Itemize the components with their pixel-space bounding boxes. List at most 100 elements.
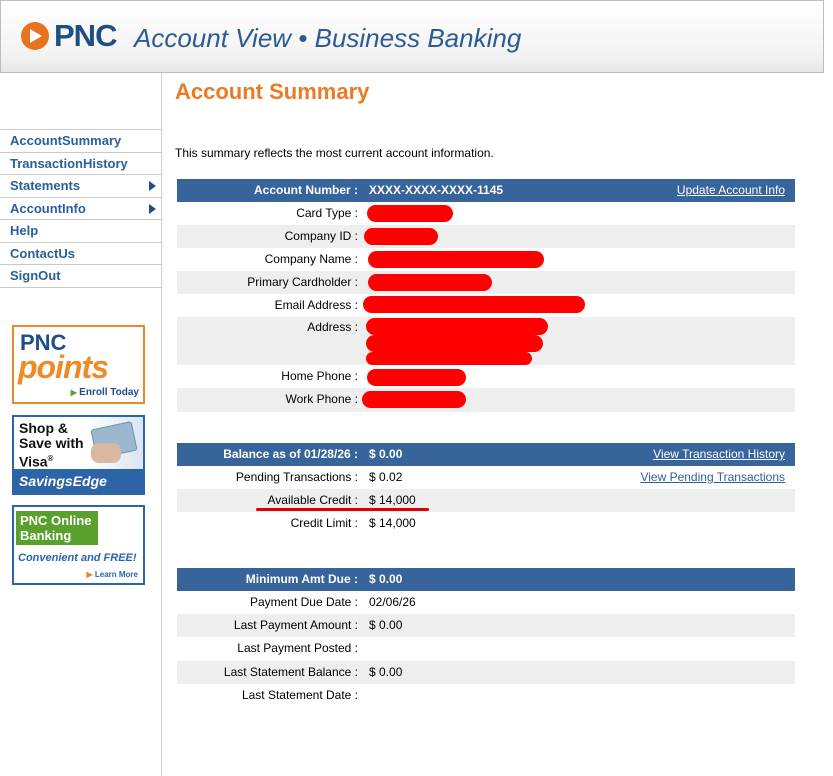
sidebar-item-contact-us[interactable]: ContactUs [0,243,161,265]
table-row: Email Address : [177,294,795,317]
table-row: Company Name : [177,248,795,271]
sidebar-nav: AccountSummary TransactionHistory Statem… [0,129,161,288]
sidebar-item-transaction-history[interactable]: TransactionHistory [0,153,161,175]
balance-bar: Balance as of 01/28/26 : $ 0.00 View Tra… [177,443,795,466]
primary-cardholder-label: Primary Cardholder : [247,275,358,289]
sidebar-item-help[interactable]: Help [0,220,161,243]
redaction-mark [367,369,466,386]
redaction-mark [366,318,548,335]
sidebar-item-statements[interactable]: Statements [0,175,161,198]
available-credit-value: $ 14,000 [369,493,416,508]
pending-transactions-label: Pending Transactions : [235,470,358,484]
sidebar-item-label: AccountSummary [10,133,122,148]
pending-transactions-value: $ 0.02 [369,470,403,484]
email-address-label: Email Address : [274,298,358,312]
credit-limit-value: $ 14,000 [369,516,416,531]
enroll-today-link[interactable]: Enroll Today [71,387,139,398]
balance-section: Balance as of 01/28/26 : $ 0.00 View Tra… [177,443,795,536]
table-row: Company ID : [177,225,795,248]
promo-points-wordmark: points [18,349,109,385]
online-banking-band: PNC Online Banking [16,511,98,545]
promo-line-2: Banking [20,528,72,543]
app-title: Account View • Business Banking [134,23,522,53]
pnc-logo-icon [21,22,49,50]
last-payment-amount-label: Last Payment Amount : [233,618,358,633]
table-row: Last Statement Balance : $ 0.00 [177,660,795,684]
account-info-section: Account Number : XXXX-XXXX-XXXX-1145 Upd… [177,179,795,412]
submenu-arrow-icon [149,203,156,214]
view-transaction-history-link[interactable]: View Transaction History [653,447,785,461]
last-payment-amount-value: $ 0.00 [369,618,403,633]
promo-line-1: PNC Online [20,513,92,528]
sidebar-item-label: Statements [10,178,81,193]
table-row: Last Statement Date : [177,684,795,707]
company-id-label: Company ID : [284,229,358,243]
payment-due-date-value: 02/06/26 [369,595,416,609]
annotation-underline [256,508,429,511]
table-row: Home Phone : [177,365,795,388]
last-payment-posted-label: Last Payment Posted : [237,641,358,656]
account-number-bar: Account Number : XXXX-XXXX-XXXX-1145 Upd… [177,179,795,202]
address-label: Address : [307,320,358,334]
learn-more-link[interactable]: Learn More [87,570,138,579]
sidebar-item-account-summary[interactable]: AccountSummary [0,130,161,153]
submenu-arrow-icon [149,181,156,191]
credit-limit-label: Credit Limit : [290,516,358,531]
promo-line-1: Shop & [19,420,68,436]
redaction-mark [363,296,585,313]
view-pending-transactions-link[interactable]: View Pending Transactions [640,470,785,484]
redaction-mark [362,391,466,408]
page-title: Account Summary [175,79,370,104]
company-name-label: Company Name : [264,252,358,266]
table-row: Work Phone : [177,388,795,412]
payment-due-date-label: Payment Due Date : [249,595,358,609]
table-row: Primary Cardholder : [177,271,795,294]
available-credit-label: Available Credit : [267,493,359,508]
promo-text: Shop & Save with Visa® [19,421,84,470]
table-row: Last Payment Posted : [177,637,795,660]
left-sidebar: AccountSummary TransactionHistory Statem… [0,73,162,776]
redaction-mark [368,251,544,268]
savingsedge-band: SavingsEdge [14,469,143,493]
sidebar-item-label: Help [10,223,39,238]
table-row: Pending Transactions : $ 0.02 View Pendi… [177,466,795,489]
redaction-mark [364,228,438,245]
online-banking-promo[interactable]: PNC Online Banking Convenient and FREE! … [12,505,145,585]
update-account-info-link[interactable]: Update Account Info [677,183,785,197]
promo-line-2: Save with [19,435,84,451]
sidebar-item-account-info[interactable]: AccountInfo [0,198,161,220]
sidebar-item-label: SignOut [10,268,61,283]
pnc-points-promo[interactable]: PNC points Enroll Today [12,325,145,404]
redaction-mark [368,274,492,291]
intro-text: This summary reflects the most current a… [175,146,494,160]
work-phone-label: Work Phone : [285,392,358,406]
sidebar-item-sign-out[interactable]: SignOut [0,265,161,288]
hand-icon [91,443,121,463]
promo-tagline: Convenient and FREE! [18,552,137,564]
minimum-amount-due-label: Minimum Amt Due : [245,572,358,586]
table-row: Address : [177,317,795,365]
redaction-mark [366,352,532,365]
table-row: Credit Limit : $ 14,000 [177,512,795,535]
minimum-amount-due-bar: Minimum Amt Due : $ 0.00 [177,568,795,591]
registered-mark: ® [47,454,54,463]
account-number-value: XXXX-XXXX-XXXX-1145 [369,183,504,197]
balance-label: Balance as of 01/28/26 : [223,447,358,461]
table-row: Card Type : [177,202,795,225]
last-statement-date-label: Last Statement Date : [241,687,358,702]
minimum-amount-due-value: $ 0.00 [369,572,403,586]
sidebar-item-label: TransactionHistory [10,155,128,171]
pnc-logo[interactable]: PNC [21,18,117,54]
last-statement-balance-value: $ 0.00 [369,664,403,679]
last-statement-balance-label: Last Statement Balance : [223,664,358,679]
balance-value: $ 0.00 [369,447,403,461]
page-header: PNC Account View • Business Banking [0,0,824,73]
promo-line-3: Visa [19,453,48,470]
card-type-label: Card Type : [296,206,358,220]
payment-section: Minimum Amt Due : $ 0.00 Payment Due Dat… [177,568,795,707]
home-phone-label: Home Phone : [281,369,358,383]
visa-savingsedge-promo[interactable]: Shop & Save with Visa® SavingsEdge [12,415,145,495]
sidebar-item-label: AccountInfo [10,200,86,216]
table-row: Last Payment Amount : $ 0.00 [177,614,795,638]
redaction-mark [367,205,453,222]
